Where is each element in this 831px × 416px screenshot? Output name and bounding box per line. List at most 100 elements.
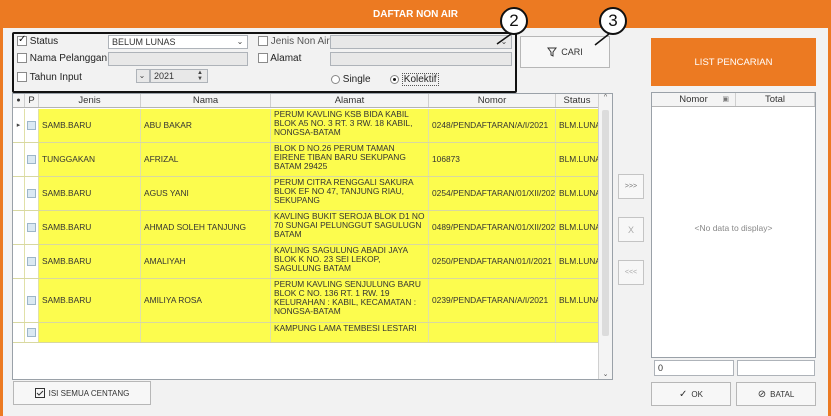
status-select[interactable]: BELUM LUNAS ⌄ bbox=[108, 35, 248, 49]
cell-nomor bbox=[429, 323, 556, 342]
alamat-checkbox[interactable] bbox=[258, 53, 268, 64]
row-indicator-header: ● bbox=[13, 94, 25, 107]
cell-alamat: BLOK D NO.26 PERUM TAMAN EIRENE TIBAN BA… bbox=[271, 143, 429, 176]
scroll-up-icon[interactable]: ^ bbox=[599, 94, 612, 101]
status-checkbox[interactable] bbox=[17, 34, 27, 47]
ok-label: OK bbox=[691, 389, 703, 399]
table-row[interactable]: TUNGGAKAN AFRIZAL BLOK D NO.26 PERUM TAMAN… bbox=[13, 143, 599, 177]
table-row[interactable]: KAMPUNG LAMA TEMBESI LESTARI bbox=[13, 323, 599, 343]
header-nomor[interactable]: Nomor bbox=[429, 94, 556, 107]
cell-status: BLM.LUNAS bbox=[556, 279, 599, 322]
row-indicator: ▸ bbox=[13, 109, 25, 142]
cell-nama: AMILIYA ROSA bbox=[141, 279, 271, 322]
list-header-total[interactable]: Total bbox=[736, 93, 815, 106]
row-checkbox[interactable] bbox=[27, 155, 36, 164]
status-filter[interactable]: Status bbox=[17, 34, 58, 47]
batal-button[interactable]: ⊘ BATAL bbox=[736, 382, 816, 406]
row-checkbox-cell[interactable] bbox=[25, 177, 39, 210]
cell-jenis bbox=[39, 323, 141, 342]
jenis-non-air-checkbox[interactable] bbox=[258, 36, 268, 47]
mode-kolektif-option[interactable]: Kolektif bbox=[390, 73, 439, 86]
scroll-thumb[interactable] bbox=[602, 110, 609, 336]
row-checkbox[interactable] bbox=[27, 121, 36, 130]
filter-icon[interactable]: ▣ bbox=[722, 93, 729, 106]
header-nama[interactable]: Nama bbox=[141, 94, 271, 107]
single-radio[interactable] bbox=[331, 74, 340, 84]
check-square-icon bbox=[34, 388, 45, 398]
batal-label: BATAL bbox=[770, 389, 795, 399]
header-jenis[interactable]: Jenis bbox=[39, 94, 141, 107]
list-header-nomor[interactable]: Nomor ▣ bbox=[652, 93, 736, 106]
cell-jenis: SAMB.BARU bbox=[39, 177, 141, 210]
move-right-button[interactable]: >>> bbox=[618, 174, 644, 199]
ok-button[interactable]: ✓ OK bbox=[651, 382, 731, 406]
window-title: DAFTAR NON AIR bbox=[0, 0, 831, 28]
cell-alamat: KAVLING BUKIT SEROJA BLOK D1 NO 70 SUNGA… bbox=[271, 211, 429, 244]
alamat-filter[interactable]: Alamat bbox=[258, 53, 301, 64]
table-row[interactable]: SAMB.BARU AGUS YANI PERUM CITRA RENGGALI S… bbox=[13, 177, 599, 211]
isi-semua-centang-label: ISI SEMUA CENTANG bbox=[48, 388, 130, 398]
cell-jenis: SAMB.BARU bbox=[39, 211, 141, 244]
nama-pelanggan-input[interactable] bbox=[108, 52, 248, 66]
header-p[interactable]: P bbox=[25, 94, 39, 107]
empty-state-text: <No data to display> bbox=[694, 223, 773, 233]
tahun-input-checkbox[interactable] bbox=[17, 72, 27, 83]
cell-nama: AFRIZAL bbox=[141, 143, 271, 176]
callout-3-pointer bbox=[594, 33, 610, 46]
list-pencarian-panel[interactable]: Nomor ▣ Total <No data to display> 0 bbox=[651, 92, 816, 376]
alamat-input[interactable] bbox=[330, 52, 512, 66]
jenis-non-air-select[interactable]: ⌄ bbox=[330, 35, 512, 49]
tahun-input-filter[interactable]: Tahun Input bbox=[17, 72, 82, 83]
month-select[interactable]: ⌄ bbox=[136, 69, 150, 83]
chevron-down-icon: ⌄ bbox=[138, 71, 146, 80]
row-checkbox[interactable] bbox=[27, 189, 36, 198]
cell-alamat: PERUM KAVLING KSB BIDA KABIL BLOK A5 NO.… bbox=[271, 109, 429, 142]
cell-nomor: 0250/PENDAFTARAN/01/I/2021 bbox=[429, 245, 556, 278]
cell-status: BLM.LUNAS bbox=[556, 143, 599, 176]
main-window: Status BELUM LUNAS ⌄ Jenis Non Air ⌄ Nam… bbox=[0, 7, 831, 416]
list-total-field bbox=[737, 360, 815, 376]
scroll-down-icon[interactable]: ⌄ bbox=[599, 370, 612, 378]
grid-scrollbar[interactable]: ^ ⌄ bbox=[598, 94, 612, 379]
mode-single-option[interactable]: Single bbox=[331, 74, 371, 85]
row-checkbox[interactable] bbox=[27, 296, 36, 305]
cell-nama: AHMAD SOLEH TANJUNG bbox=[141, 211, 271, 244]
row-checkbox-cell[interactable] bbox=[25, 279, 39, 322]
list-header-nomor-label: Nomor bbox=[679, 94, 708, 105]
year-value: 2021 bbox=[154, 71, 175, 81]
isi-semua-centang-button[interactable]: ISI SEMUA CENTANG bbox=[13, 381, 151, 405]
grid-header: ● P Jenis Nama Alamat Nomor Status bbox=[13, 94, 599, 108]
row-checkbox-cell[interactable] bbox=[25, 245, 39, 278]
jenis-non-air-filter[interactable]: Jenis Non Air bbox=[258, 36, 330, 47]
callout-3: 3 bbox=[599, 7, 627, 35]
row-checkbox-cell[interactable] bbox=[25, 143, 39, 176]
header-alamat[interactable]: Alamat bbox=[271, 94, 429, 107]
callout-2: 2 bbox=[500, 7, 528, 35]
non-air-grid[interactable]: ● P Jenis Nama Alamat Nomor Status ▸ SAMB… bbox=[12, 93, 613, 380]
nama-pelanggan-filter[interactable]: Nama Pelanggan bbox=[17, 53, 107, 64]
cell-jenis: SAMB.BARU bbox=[39, 245, 141, 278]
header-status[interactable]: Status bbox=[556, 94, 599, 107]
cell-alamat: PERUM KAVLING SENJULUNG BARU BLOK C NO. … bbox=[271, 279, 429, 322]
table-row[interactable]: SAMB.BARU AMALIYAH KAVLING SAGULUNG ABADI … bbox=[13, 245, 599, 279]
cell-nomor: 0239/PENDAFTARAN/A/I/2021 bbox=[429, 279, 556, 322]
cell-nomor: 106873 bbox=[429, 143, 556, 176]
cell-nama: ABU BAKAR bbox=[141, 109, 271, 142]
kolektif-radio[interactable] bbox=[390, 74, 399, 84]
year-spinner[interactable]: 2021 ▲ ▼ bbox=[150, 69, 208, 83]
row-checkbox[interactable] bbox=[27, 328, 36, 337]
move-left-button[interactable]: <<< bbox=[618, 260, 644, 285]
row-checkbox[interactable] bbox=[27, 223, 36, 232]
row-checkbox-cell[interactable] bbox=[25, 323, 39, 342]
row-checkbox[interactable] bbox=[27, 257, 36, 266]
cell-alamat: KAMPUNG LAMA TEMBESI LESTARI bbox=[271, 323, 429, 342]
cell-nomor: 0254/PENDAFTARAN/01/XII/2020 bbox=[429, 177, 556, 210]
nama-pelanggan-checkbox[interactable] bbox=[17, 53, 27, 64]
table-row[interactable]: ▸ SAMB.BARU ABU BAKAR PERUM KAVLING KSB BID… bbox=[13, 109, 599, 143]
row-checkbox-cell[interactable] bbox=[25, 211, 39, 244]
table-row[interactable]: SAMB.BARU AHMAD SOLEH TANJUNG KAVLING BUKI… bbox=[13, 211, 599, 245]
table-row[interactable]: SAMB.BARU AMILIYA ROSA PERUM KAVLING SENJU… bbox=[13, 279, 599, 323]
cell-status: BLM.LUNAS bbox=[556, 245, 599, 278]
row-checkbox-cell[interactable] bbox=[25, 109, 39, 142]
remove-button[interactable]: X bbox=[618, 217, 644, 242]
